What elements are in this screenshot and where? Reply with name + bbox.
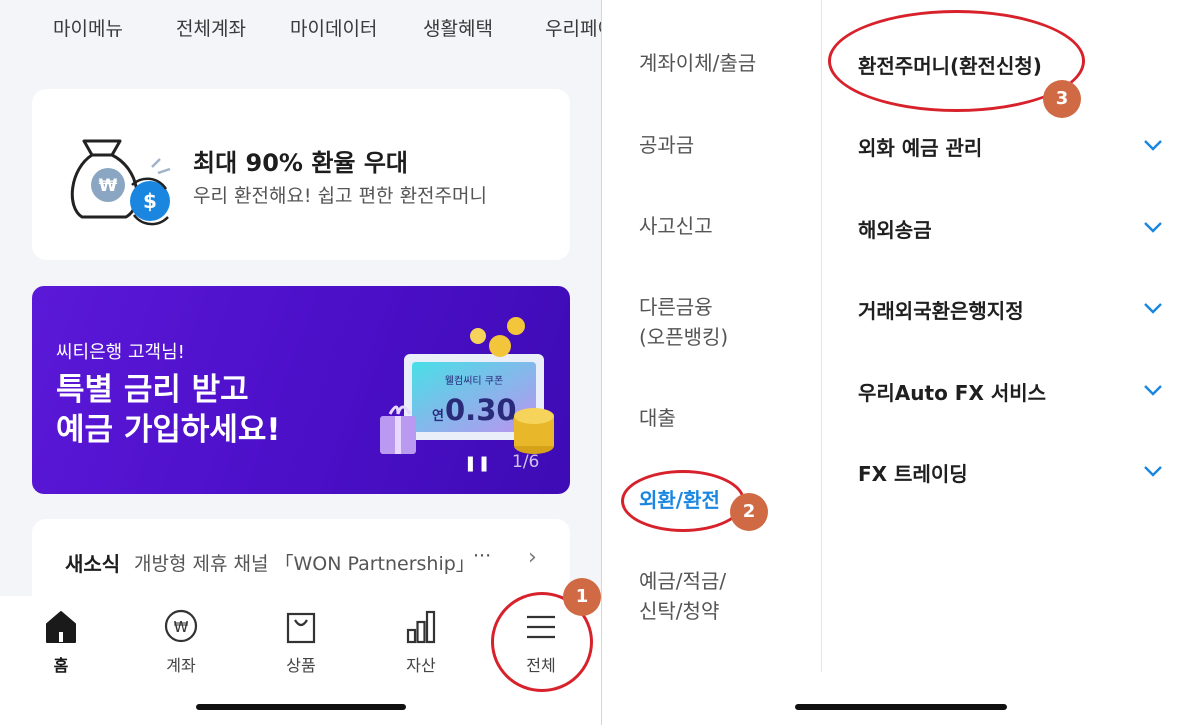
svg-text:₩: ₩ bbox=[174, 618, 189, 636]
menu-fx-deposit[interactable]: 외화 예금 관리 bbox=[858, 132, 982, 161]
chevron-down-icon[interactable] bbox=[1143, 384, 1163, 396]
home-indicator bbox=[795, 704, 1007, 710]
fx-promo-card[interactable]: ₩ $ 최대 90% 환율 우대 우리 환전해요! 쉽고 편한 환전주머니 bbox=[32, 89, 570, 260]
category-loan[interactable]: 대출 bbox=[639, 403, 676, 433]
nav-account-label: 계좌 bbox=[166, 656, 196, 675]
tab-life-benefits[interactable]: 생활혜택 bbox=[423, 14, 493, 41]
category-other-finance[interactable]: 다른금융 bbox=[639, 292, 713, 322]
step-badge-1: 1 bbox=[563, 578, 601, 616]
news-text: 개방형 제휴 채널 「WON Partnership」 bbox=[134, 553, 475, 575]
nav-assets-label: 자산 bbox=[406, 656, 436, 675]
banner-headline-1: 특별 금리 받고 bbox=[56, 372, 249, 408]
category-trust-subscription[interactable]: 신탁/청약 bbox=[639, 596, 719, 626]
nav-assets[interactable]: 자산 bbox=[376, 606, 466, 676]
nav-all-menu-label: 전체 bbox=[526, 656, 556, 675]
category-deposit-savings[interactable]: 예금/적금/ bbox=[639, 566, 726, 596]
chevron-right-icon[interactable]: › bbox=[528, 545, 537, 570]
tab-my-menu[interactable]: 마이메뉴 bbox=[53, 14, 123, 41]
bag-icon bbox=[286, 612, 316, 644]
category-transfer[interactable]: 계좌이체/출금 bbox=[639, 48, 756, 78]
fx-promo-title: 최대 90% 환율 우대 bbox=[193, 149, 408, 177]
coupon-rate: 0.30 bbox=[445, 393, 517, 427]
home-icon bbox=[46, 611, 76, 643]
nav-home-label: 홈 bbox=[53, 656, 69, 675]
menu-overseas-remittance[interactable]: 해외송금 bbox=[858, 214, 932, 243]
category-foreign-exchange[interactable]: 외환/환전 bbox=[639, 485, 720, 515]
tab-woori-pay[interactable]: 우리페이 bbox=[545, 14, 601, 41]
nav-products[interactable]: 상품 bbox=[256, 606, 346, 676]
category-incident-report[interactable]: 사고신고 bbox=[639, 211, 713, 241]
top-tab-bar: 마이메뉴 전체계좌 마이데이터 생활혜택 우리페이 bbox=[0, 0, 601, 56]
menu-fx-trading[interactable]: FX 트레이딩 bbox=[858, 458, 968, 487]
tab-my-data[interactable]: 마이데이터 bbox=[290, 14, 377, 41]
banner-page-indicator: 1/6 bbox=[512, 452, 540, 472]
money-bag-icon: ₩ $ bbox=[70, 139, 171, 226]
category-utility-bills[interactable]: 공과금 bbox=[639, 130, 694, 160]
nav-home[interactable]: 홈 bbox=[16, 606, 106, 676]
menu-icon bbox=[527, 615, 555, 639]
menu-designated-fx-bank[interactable]: 거래외국환은행지정 bbox=[858, 295, 1024, 324]
bar-chart-icon bbox=[406, 610, 436, 644]
home-indicator bbox=[196, 704, 406, 710]
banner-headline-2: 예금 가입하세요! bbox=[56, 412, 281, 448]
category-open-banking[interactable]: (오픈뱅킹) bbox=[639, 322, 728, 352]
chevron-down-icon[interactable] bbox=[1143, 465, 1163, 477]
svg-text:$: $ bbox=[143, 189, 157, 213]
chevron-down-icon[interactable] bbox=[1143, 139, 1163, 151]
news-label: 새소식 bbox=[65, 552, 121, 576]
chevron-down-icon[interactable] bbox=[1143, 221, 1163, 233]
news-ellipsis: ··· bbox=[473, 545, 492, 567]
banner-greeting: 씨티은행 고객님! bbox=[56, 342, 185, 363]
svg-text:₩: ₩ bbox=[99, 176, 118, 196]
coupon-illustration: 웰컴씨티 쿠폰 연 0.30 %p bbox=[380, 317, 554, 454]
tab-all-accounts[interactable]: 전체계좌 bbox=[176, 14, 246, 41]
chevron-down-icon[interactable] bbox=[1143, 302, 1163, 314]
nav-account[interactable]: ₩ 계좌 bbox=[136, 606, 226, 676]
nav-products-label: 상품 bbox=[286, 656, 316, 675]
category-list: 계좌이체/출금 공과금 사고신고 다른금융 (오픈뱅킹) 대출 외환/환전 예금… bbox=[602, 0, 821, 672]
fx-promo-subtitle: 우리 환전해요! 쉽고 편한 환전주머니 bbox=[193, 185, 487, 207]
coupon-prefix: 연 bbox=[432, 409, 444, 424]
home-screen: 마이메뉴 전체계좌 마이데이터 생활혜택 우리페이 ₩ $ 최대 90% 환율 … bbox=[0, 0, 601, 725]
promo-banner[interactable]: 씨티은행 고객님! 특별 금리 받고 예금 가입하세요! 웰컴씨티 쿠폰 연 0… bbox=[32, 286, 570, 494]
all-menu-screen: 계좌이체/출금 공과금 사고신고 다른금융 (오픈뱅킹) 대출 외환/환전 예금… bbox=[601, 0, 1202, 725]
step-badge-3: 3 bbox=[1043, 80, 1081, 118]
nav-all-menu[interactable]: 전체 bbox=[496, 606, 586, 676]
step-badge-2: 2 bbox=[730, 493, 768, 531]
menu-auto-fx-service[interactable]: 우리Auto FX 서비스 bbox=[858, 377, 1046, 406]
menu-exchange-pouch[interactable]: 환전주머니(환전신청) bbox=[858, 50, 1042, 79]
column-divider bbox=[821, 0, 822, 672]
won-icon: ₩ bbox=[164, 609, 198, 643]
coupon-title: 웰컴씨티 쿠폰 bbox=[445, 375, 503, 387]
banner-pause-button[interactable]: ❚❚ bbox=[464, 454, 491, 472]
